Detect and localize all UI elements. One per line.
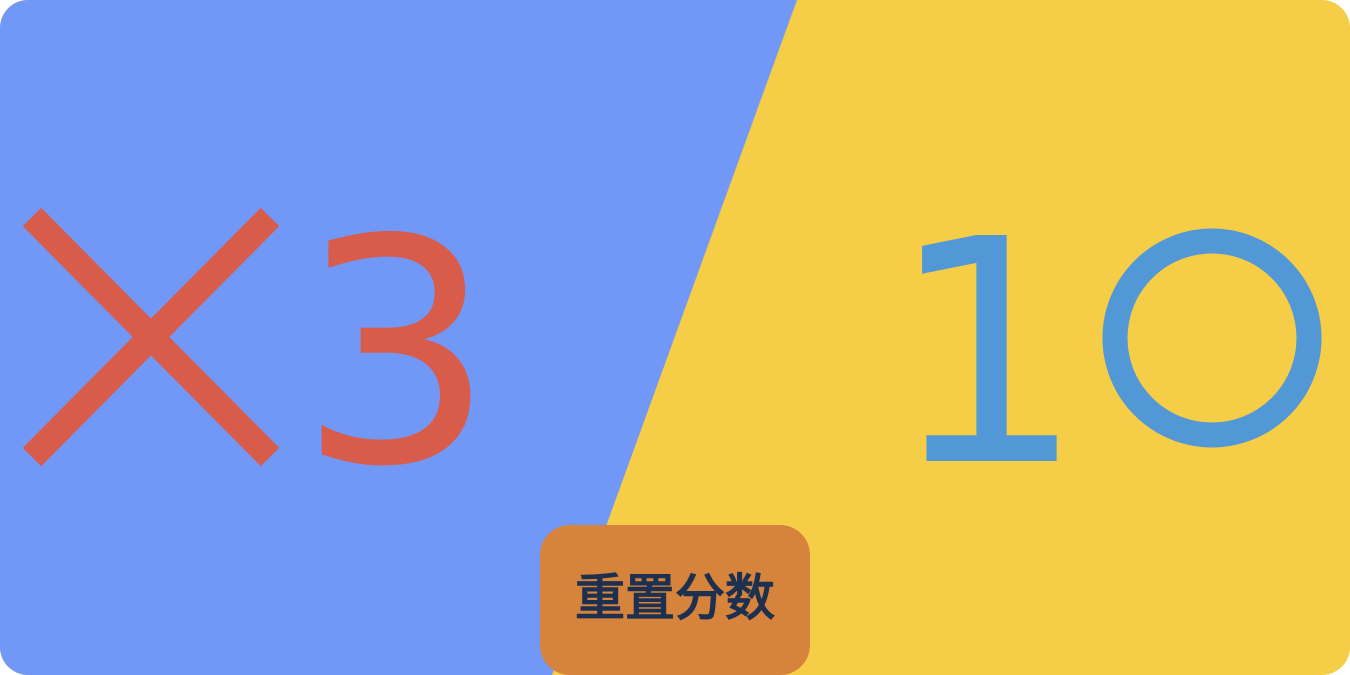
x-mark-icon [22,207,280,467]
player-x-score: 3 [298,174,496,535]
o-mark-icon [1102,228,1322,448]
scoreboard: 3 1 重置分数 [0,0,1350,675]
reset-score-button[interactable]: 重置分数 [540,525,810,675]
player-o-score: 1 [888,174,1086,535]
